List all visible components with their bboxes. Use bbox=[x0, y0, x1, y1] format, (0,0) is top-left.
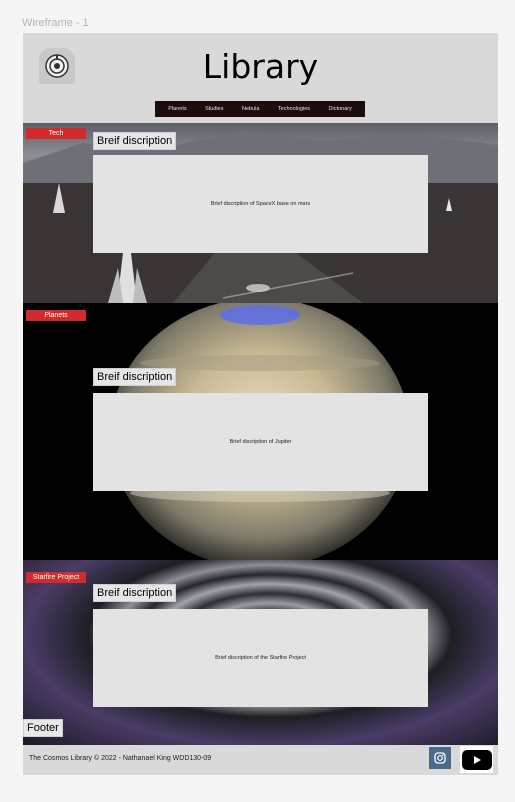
site-header: Library Planets Studies Nebula Technolog… bbox=[23, 33, 498, 123]
nav-item-technologies[interactable]: Technologies bbox=[278, 106, 310, 112]
wireframe-frame: Library Planets Studies Nebula Technolog… bbox=[23, 33, 498, 775]
site-footer: The Cosmos Library © 2022 - Nathanael Ki… bbox=[23, 745, 498, 775]
section-heading: Breif discription bbox=[93, 368, 177, 386]
footer-label: Footer bbox=[23, 719, 63, 737]
page-title: Library bbox=[202, 47, 319, 86]
nav-item-dictonary[interactable]: Dictonary bbox=[329, 106, 352, 112]
section-planets: Planets Breif discription Brief discript… bbox=[23, 303, 498, 560]
section-tag-starfire-project: Starfire Project bbox=[26, 572, 86, 583]
section-starfire-project: Starfire Project Breif discription Brief… bbox=[23, 560, 498, 747]
main-nav: Planets Studies Nebula Technologies Dict… bbox=[155, 101, 365, 117]
section-tag-planets: Planets bbox=[26, 310, 86, 321]
copyright-text: The Cosmos Library © 2022 - Nathanael Ki… bbox=[29, 755, 212, 762]
nav-item-nebula[interactable]: Nebula bbox=[242, 106, 259, 112]
section-heading: Breif discription bbox=[93, 584, 177, 602]
nav-item-studies[interactable]: Studies bbox=[205, 106, 223, 112]
section-heading: Breif discription bbox=[93, 132, 177, 150]
frame-label: Wireframe - 1 bbox=[22, 17, 89, 29]
section-description-box: Brief discription of SpaceX base on mars bbox=[93, 155, 428, 253]
section-tech: Tech Breif discription Brief discription… bbox=[23, 123, 498, 303]
youtube-icon[interactable] bbox=[460, 746, 493, 773]
nav-item-planets[interactable]: Planets bbox=[168, 106, 186, 112]
section-description-box: Brief discription of the Starfire Projec… bbox=[93, 609, 428, 707]
section-description-box: Brief discription of Jupiter bbox=[93, 393, 428, 491]
instagram-icon[interactable] bbox=[429, 747, 451, 769]
section-tag-tech: Tech bbox=[26, 128, 86, 139]
